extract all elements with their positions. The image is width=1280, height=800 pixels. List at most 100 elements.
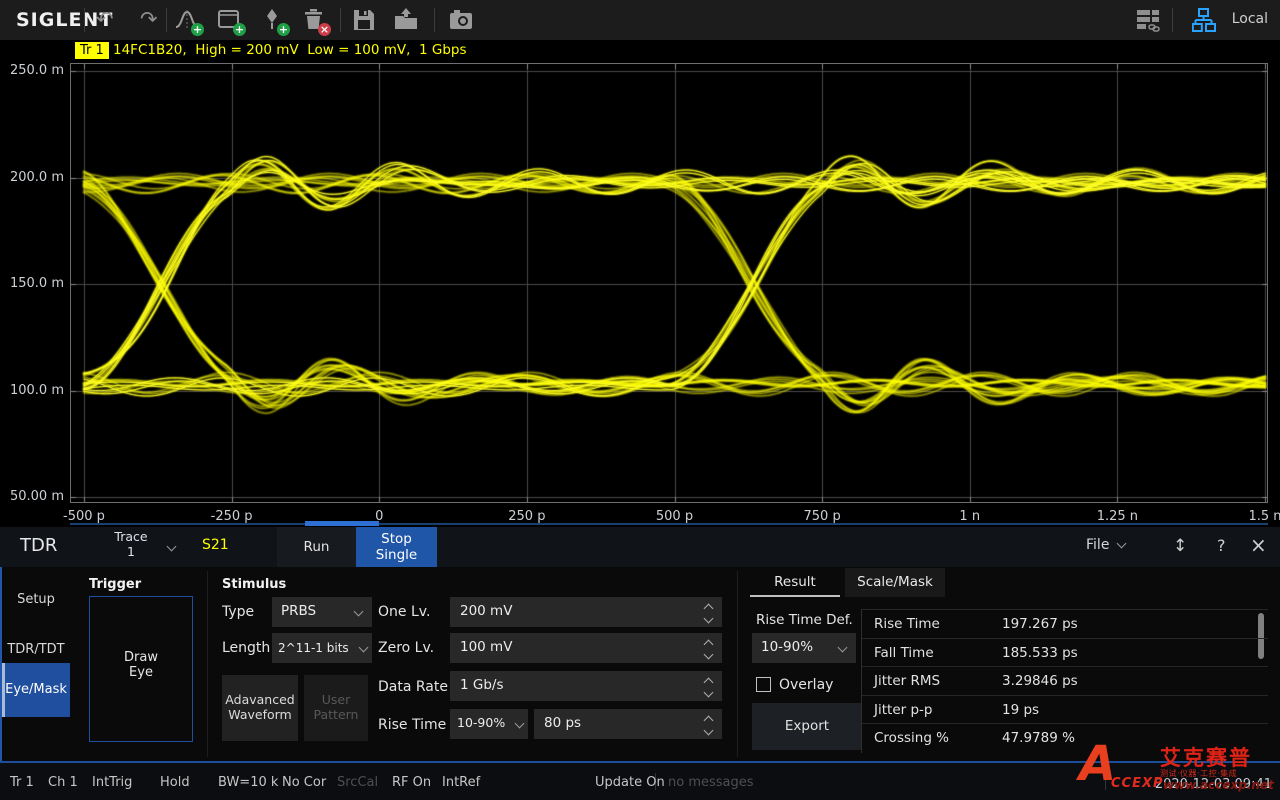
eye-diagram-canvas[interactable] <box>71 64 1267 502</box>
result-row-label: Crossing % <box>874 730 949 746</box>
selected-stripe <box>2 663 5 717</box>
advanced-waveform-line2: Waveform <box>222 707 298 722</box>
advanced-waveform-button[interactable]: Adavanced Waveform <box>222 675 298 741</box>
zero-level-value: 100 mV <box>460 639 512 655</box>
result-row-jitter-p-p: Jitter p-p19 ps <box>862 695 1268 724</box>
undo-icon[interactable]: ↶ <box>96 4 114 34</box>
chevron-down-icon <box>515 719 525 729</box>
spin-up-icon[interactable] <box>705 601 715 609</box>
spin-up-icon[interactable] <box>705 713 715 721</box>
draw-eye-line2: Eye <box>90 665 192 680</box>
overlay-checkbox[interactable] <box>756 677 771 692</box>
status-item-tr-1[interactable]: Tr 1 <box>10 775 34 790</box>
trace-info-bar: Tr 1 14FC1B20, High = 200 mV Low = 100 m… <box>0 40 1280 62</box>
recall-icon[interactable] <box>393 7 419 33</box>
y-tick-label: 100.0 m <box>2 383 64 399</box>
result-table: Rise Time197.267 ps Fall Time 185.533 ps Ji… <box>861 609 1268 753</box>
one-level-input[interactable]: 200 mV <box>450 597 722 627</box>
add-trace-icon[interactable]: + <box>174 7 200 33</box>
rise-time-input[interactable]: 80 ps <box>534 709 722 739</box>
data-rate-value: 1 Gb/s <box>460 677 504 693</box>
delete-icon[interactable]: × <box>301 7 327 33</box>
layout-icon[interactable] <box>1136 9 1162 35</box>
save-icon[interactable] <box>351 7 377 33</box>
data-rate-label: Data Rate <box>378 679 448 695</box>
data-rate-input[interactable]: 1 Gb/s <box>450 671 722 701</box>
chevron-down-icon <box>354 607 364 617</box>
help-icon[interactable]: ? <box>1217 536 1226 555</box>
status-item-update-on[interactable]: Update On <box>595 775 665 790</box>
sidebar-item-eye-mask[interactable]: Eye/Mask <box>2 663 70 717</box>
plus-badge-icon: + <box>191 23 204 36</box>
status-item-no-cor[interactable]: No Cor <box>282 775 326 790</box>
eye-diagram-plot[interactable] <box>70 63 1268 503</box>
draw-eye-button[interactable]: Draw Eye <box>89 596 193 742</box>
chevron-down-icon <box>838 643 848 653</box>
close-icon[interactable]: × <box>1250 533 1267 557</box>
status-item-srccal: SrcCal <box>337 775 378 790</box>
status-item-bw-10-k[interactable]: BW=10 k <box>218 775 278 790</box>
trace-selector-number: 1 <box>100 544 162 559</box>
spin-down-icon[interactable] <box>705 689 715 697</box>
sidebar-item-setup[interactable]: Setup <box>2 580 70 620</box>
tdr-menubar: TDR Trace 1 S21 Run Stop Single File ↕ ?… <box>0 527 1280 567</box>
tab-scale-mask[interactable]: Scale/Mask <box>845 568 945 597</box>
spin-down-icon[interactable] <box>705 615 715 623</box>
clock: 2020-12-03 09:41 <box>1155 777 1272 792</box>
overlay-label: Overlay <box>779 677 833 693</box>
x-badge-icon: × <box>318 23 331 36</box>
run-button[interactable]: Run <box>277 527 356 567</box>
status-item-inttrig[interactable]: IntTrig <box>92 775 132 790</box>
type-dropdown[interactable]: PRBS <box>272 597 372 627</box>
x-axis-scrollbar[interactable] <box>70 523 1268 525</box>
result-row-value: 197.267 ps <box>1002 616 1078 632</box>
zero-level-label: Zero Lv. <box>378 640 434 656</box>
status-item-intref[interactable]: IntRef <box>442 775 480 790</box>
control-panel: Trigger Draw Eye Stimulus Type PRBS One … <box>0 567 1280 761</box>
trace-selector[interactable]: Trace 1 <box>100 529 162 565</box>
collapse-panel-icon[interactable]: ↕ <box>1173 536 1187 556</box>
add-marker-icon[interactable]: + <box>260 7 286 33</box>
spin-down-icon[interactable] <box>705 727 715 735</box>
trigger-section-title: Trigger <box>89 577 141 592</box>
spin-up-icon[interactable] <box>705 675 715 683</box>
user-pattern-button[interactable]: User Pattern <box>304 675 368 741</box>
chevron-down-icon <box>167 542 177 552</box>
zero-level-input[interactable]: 100 mV <box>450 633 722 663</box>
result-row-rise-time: Rise Time197.267 ps <box>862 609 1268 638</box>
panel-divider <box>207 571 208 757</box>
chevron-down-icon <box>1117 539 1127 549</box>
status-item-hold[interactable]: Hold <box>160 775 190 790</box>
plus-badge-icon: + <box>277 23 290 36</box>
status-separator <box>1105 773 1106 790</box>
stimulus-section-title: Stimulus <box>222 577 286 592</box>
sparameter-label[interactable]: S21 <box>202 537 229 553</box>
spin-down-icon[interactable] <box>705 651 715 659</box>
length-dropdown[interactable]: 2^11-1 bits <box>272 633 372 663</box>
export-button[interactable]: Export <box>752 703 862 750</box>
trace-badge[interactable]: Tr 1 <box>75 42 109 59</box>
lan-icon[interactable] <box>1192 8 1218 34</box>
result-rise-def-dropdown[interactable]: 10-90% <box>752 633 856 663</box>
file-menu[interactable]: File <box>1086 537 1125 553</box>
user-pattern-line1: User <box>304 692 368 707</box>
user-pattern-line2: Pattern <box>304 707 368 722</box>
toolbar-separator <box>166 8 167 32</box>
spin-up-icon[interactable] <box>705 637 715 645</box>
stop-single-button[interactable]: Stop Single <box>356 527 437 567</box>
rise-time-def-label: Rise Time Def. <box>756 612 853 628</box>
rise-time-value: 80 ps <box>544 715 581 731</box>
add-window-icon[interactable]: + <box>216 7 242 33</box>
local-status[interactable]: Local <box>1232 11 1268 27</box>
screenshot-icon[interactable] <box>448 7 474 33</box>
result-row-value: 185.533 ps <box>1002 645 1078 661</box>
x-axis-scrollbar-thumb[interactable] <box>305 521 379 526</box>
one-level-label: One Lv. <box>378 604 430 620</box>
status-item-ch-1[interactable]: Ch 1 <box>48 775 78 790</box>
redo-icon[interactable]: ↷ <box>140 4 158 34</box>
status-item-rf-on[interactable]: RF On <box>392 775 431 790</box>
rise-time-def-dropdown[interactable]: 10-90% <box>450 709 528 739</box>
result-row-label: Fall Time <box>874 645 934 661</box>
tab-result[interactable]: Result <box>750 568 840 597</box>
stop-single-line2: Single <box>356 547 437 563</box>
